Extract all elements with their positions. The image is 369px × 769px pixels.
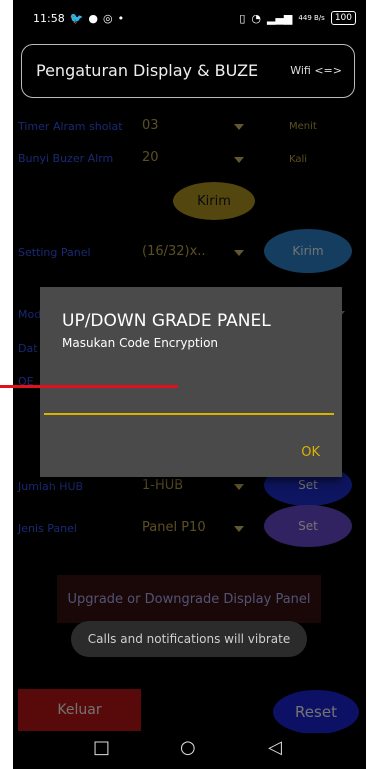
status-time: 11:58 [33, 12, 65, 25]
cell-signal-icon: ▂▄▆ [267, 11, 293, 25]
recent-apps-icon[interactable]: □ [93, 737, 110, 758]
dialog-title: UP/DOWN GRADE PANEL [62, 311, 271, 331]
jenis-value[interactable]: Panel P10 [142, 520, 206, 535]
data-label-partial: Dat [18, 342, 38, 355]
mode-label-partial: Mod [18, 308, 42, 321]
timer-label: Timer Alram sholat [18, 120, 123, 133]
status-bar: 11:58 🐦 ● ◎ • ▯ ◔ ▂▄▆ 449 B/s 100 [13, 0, 366, 36]
wifi-status: Wifi <=> [290, 64, 342, 77]
panel-label: Setting Panel [18, 246, 91, 259]
browser-icon: ◎ [103, 12, 113, 25]
buzzer-dropdown-arrow-icon[interactable] [234, 157, 244, 163]
jenis-set-button[interactable]: Set [264, 505, 352, 547]
hub-label: Jumlah HUB [18, 480, 84, 493]
buzzer-unit: Kali [289, 154, 308, 165]
wifi-signal-icon: ◔ [251, 11, 262, 25]
upgrade-downgrade-button[interactable]: Upgrade or Downgrade Display Panel [57, 575, 321, 623]
timer-value[interactable]: 03 [142, 118, 159, 133]
toast-notification: Calls and notifications will vibrate [71, 621, 307, 657]
system-navbar: □ ○ ◁ [13, 733, 366, 769]
hub-value[interactable]: 1-HUB [142, 478, 183, 493]
whatsapp-icon: ● [88, 12, 99, 25]
battery-icon: 100 [330, 11, 356, 25]
buzzer-label: Bunyi Buzer Alrm [18, 152, 114, 165]
panel-send-button[interactable]: Kirim [264, 229, 352, 273]
twitter-icon: 🐦 [69, 12, 84, 25]
dialog-message: Masukan Code Encryption [62, 336, 219, 350]
panel-value[interactable]: (16/32)x.. [142, 244, 206, 259]
app-header: Pengaturan Display & BUZE Wifi <=> [21, 44, 355, 98]
vibrate-icon: ▯ [239, 11, 246, 25]
ok-button[interactable]: OK [301, 445, 320, 460]
kirim-button[interactable]: Kirim [173, 182, 255, 220]
page-title: Pengaturan Display & BUZE [36, 61, 259, 80]
buzzer-value[interactable]: 20 [142, 150, 159, 165]
back-icon[interactable]: ◁ [268, 737, 282, 758]
jenis-label: Jenis Panel [18, 522, 77, 535]
timer-dropdown-arrow-icon[interactable] [234, 124, 244, 130]
dot-icon: • [117, 12, 125, 25]
network-speed: 449 B/s [298, 14, 325, 22]
jenis-dropdown-arrow-icon[interactable] [234, 526, 244, 532]
keluar-button[interactable]: Keluar [18, 689, 141, 731]
upgrade-dialog: UP/DOWN GRADE PANEL Masukan Code Encrypt… [40, 287, 342, 477]
home-icon[interactable]: ○ [180, 737, 196, 758]
annotation-pointer-line [0, 385, 178, 388]
timer-unit: Menit [289, 121, 317, 132]
reset-button[interactable]: Reset [273, 690, 359, 734]
panel-dropdown-arrow-icon[interactable] [234, 250, 244, 256]
hub-dropdown-arrow-icon[interactable] [234, 484, 244, 490]
